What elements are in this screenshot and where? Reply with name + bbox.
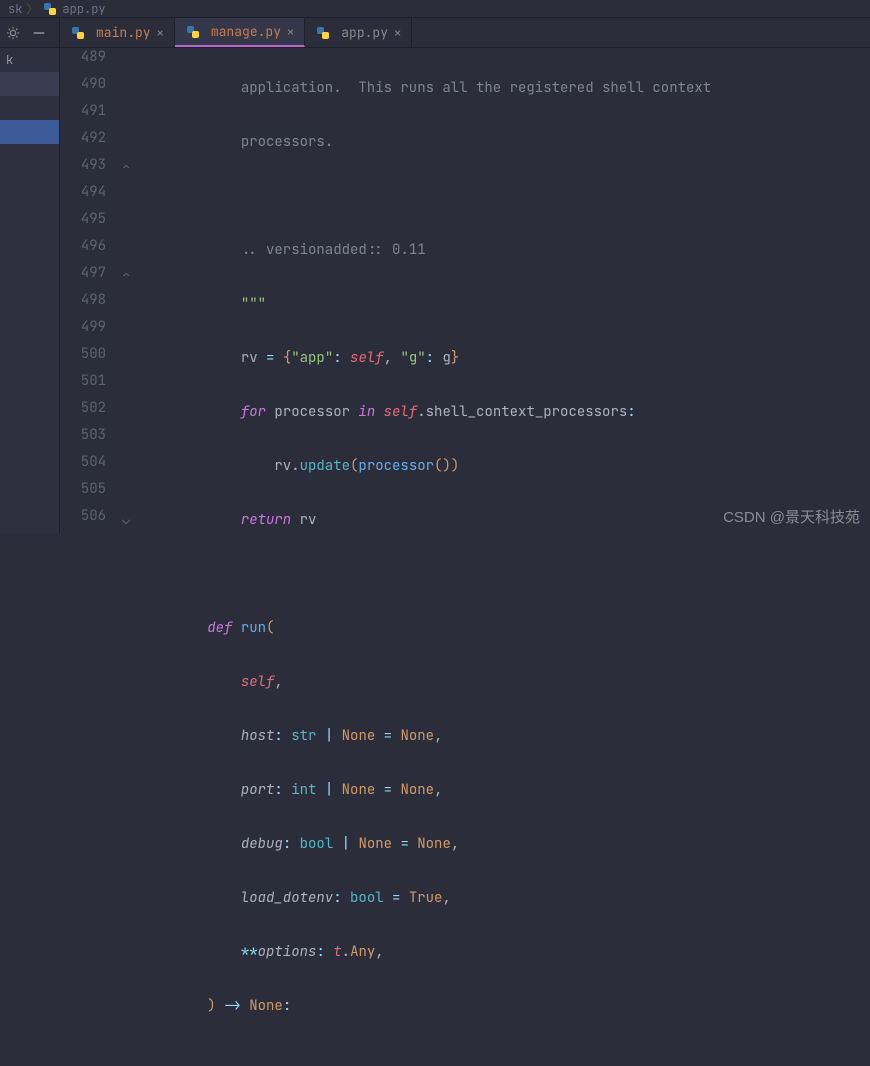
editor-body: k 489490491 492493494 495496497 49849950…	[0, 48, 870, 533]
fold-marker-icon[interactable]: ⌃	[122, 268, 134, 280]
python-icon	[70, 25, 86, 41]
tab-app[interactable]: app.py ✕	[305, 18, 412, 47]
fold-gutter: ⌃ ⌃ ⌄	[120, 48, 140, 533]
line-number-gutter: 489490491 492493494 495496497 498499500 …	[60, 48, 120, 533]
docstring-text: processors.	[241, 133, 333, 151]
breadcrumb-file[interactable]: app.py	[62, 1, 105, 17]
tab-main[interactable]: main.py ✕	[60, 18, 175, 47]
code-area[interactable]: application. This runs all the registere…	[140, 48, 870, 533]
keyword: for	[241, 403, 266, 421]
close-icon[interactable]: ✕	[287, 24, 294, 40]
close-icon[interactable]: ✕	[157, 25, 164, 41]
keyword: def	[207, 619, 232, 637]
python-icon	[42, 1, 58, 17]
tab-bar-row: main.py ✕ manage.py ✕ app.py ✕	[0, 18, 870, 48]
left-toolbar	[0, 18, 60, 47]
tab-label: manage.py	[211, 23, 281, 40]
variable: rv	[241, 349, 258, 367]
breadcrumb-folder[interactable]: sk	[8, 1, 22, 17]
python-icon	[185, 24, 201, 40]
tab-label: app.py	[341, 24, 388, 41]
function-name: run	[241, 619, 266, 637]
sidebar-item[interactable]	[0, 96, 59, 120]
docstring-text: application. This runs all the registere…	[241, 79, 711, 97]
sidebar-item[interactable]: k	[0, 48, 59, 72]
breadcrumb: sk 〉 app.py	[0, 0, 870, 18]
python-icon	[315, 25, 331, 41]
close-icon[interactable]: ✕	[394, 25, 401, 41]
breadcrumb-separator: 〉	[26, 0, 38, 17]
tab-label: main.py	[96, 24, 151, 41]
sidebar-item[interactable]	[0, 72, 59, 96]
keyword: return	[241, 511, 291, 529]
code-editor[interactable]: 489490491 492493494 495496497 498499500 …	[60, 48, 870, 533]
minimize-icon[interactable]	[30, 24, 48, 42]
editor-tabs: main.py ✕ manage.py ✕ app.py ✕	[60, 18, 412, 47]
project-sidebar[interactable]: k	[0, 48, 60, 533]
docstring-text: .. versionadded::	[241, 241, 392, 259]
docstring-end: """	[241, 295, 266, 313]
docstring-text: 0.11	[392, 241, 426, 259]
gear-icon[interactable]	[4, 24, 22, 42]
fold-marker-icon[interactable]: ⌃	[122, 160, 134, 172]
fold-marker-icon[interactable]: ⌄	[122, 511, 134, 523]
tab-manage[interactable]: manage.py ✕	[175, 18, 305, 47]
sidebar-item-selected[interactable]	[0, 120, 59, 144]
